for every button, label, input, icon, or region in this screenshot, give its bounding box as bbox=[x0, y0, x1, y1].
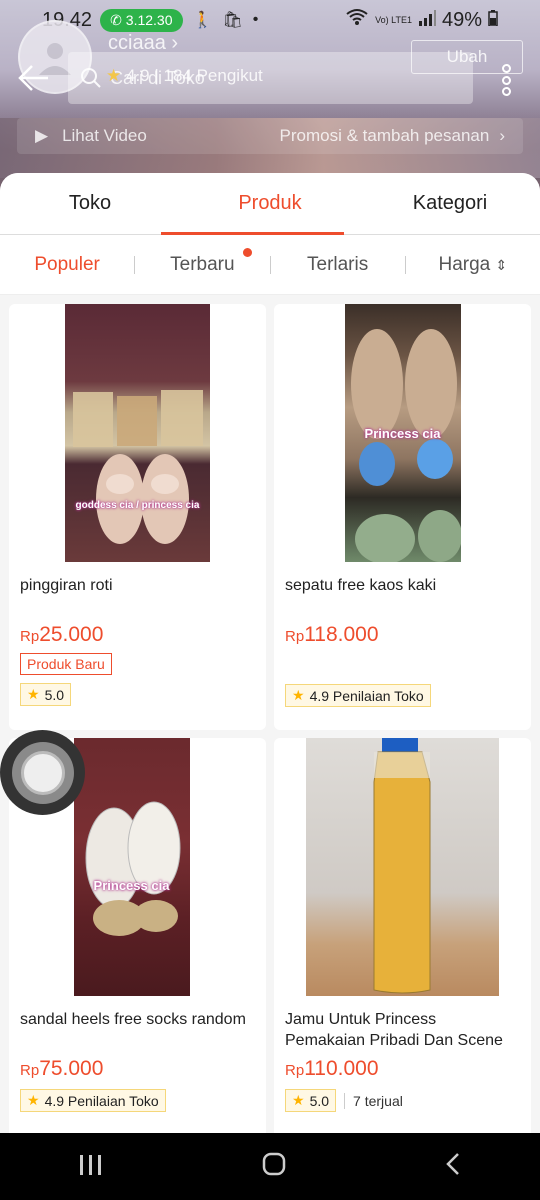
star-icon: ★ bbox=[292, 1092, 305, 1108]
play-icon: ▶ bbox=[35, 126, 49, 145]
currency: Rp bbox=[285, 628, 305, 645]
tab-produk[interactable]: Produk bbox=[180, 173, 360, 234]
sold-count: 7 terjual bbox=[344, 1092, 403, 1109]
product-watermark: Princess cia bbox=[364, 426, 441, 441]
chevron-right-icon: › bbox=[171, 32, 179, 54]
rating-value: 4.9 Penilaian Toko bbox=[44, 1092, 159, 1109]
product-title[interactable]: sandal heels free socks random bbox=[9, 1009, 266, 1051]
product-image[interactable] bbox=[274, 738, 531, 996]
product-price: Rp110.000 bbox=[274, 1057, 531, 1081]
product-price: Rp118.000 bbox=[274, 623, 531, 647]
rating-badge: ★ 5.0 bbox=[285, 1089, 337, 1112]
sort-terlaris[interactable]: Terlaris bbox=[271, 254, 405, 276]
product-title[interactable]: sepatu free kaos kaki bbox=[274, 575, 531, 617]
product-watermark: goddess cia / princess cia bbox=[75, 500, 200, 511]
product-card[interactable]: Princess cia sepatu free kaos kaki Rp118… bbox=[274, 304, 531, 730]
walking-icon: 🚶 bbox=[192, 12, 213, 29]
price-value: 118.000 bbox=[304, 623, 379, 646]
search-icon bbox=[81, 68, 101, 88]
home-icon[interactable] bbox=[262, 1151, 286, 1183]
sort-harga-label: Harga bbox=[438, 253, 491, 275]
rating-badge: ★ 4.9 Penilaian Toko bbox=[285, 684, 431, 707]
sort-bar: Populer Terbaru Terlaris Harga ⇕ bbox=[0, 235, 540, 295]
star-icon: ★ bbox=[27, 686, 40, 702]
product-title[interactable]: pinggiran roti bbox=[9, 575, 266, 617]
sort-terbaru[interactable]: Terbaru bbox=[135, 247, 269, 276]
back-icon[interactable] bbox=[445, 1151, 461, 1183]
assistive-touch-button[interactable] bbox=[0, 730, 85, 815]
currency: Rp bbox=[20, 1062, 40, 1079]
wifi-icon bbox=[345, 8, 369, 32]
product-image[interactable]: Princess cia bbox=[274, 304, 531, 562]
product-card[interactable]: goddess cia / princess cia pinggiran rot… bbox=[9, 304, 266, 730]
call-timer: 3.12.30 bbox=[125, 12, 173, 28]
currency: Rp bbox=[285, 1062, 305, 1079]
call-indicator[interactable]: ✆ 3.12.30 bbox=[100, 8, 183, 32]
rating-value: 5.0 bbox=[309, 1092, 330, 1109]
product-price: Rp75.000 bbox=[9, 1057, 266, 1081]
star-icon: ★ bbox=[292, 687, 305, 703]
product-card[interactable]: Jamu Untuk Princess Pemakaian Pribadi Da… bbox=[274, 738, 531, 1133]
product-title[interactable]: Jamu Untuk Princess Pemakaian Pribadi Da… bbox=[274, 1009, 531, 1051]
dot-icon: • bbox=[252, 11, 259, 28]
tab-toko[interactable]: Toko bbox=[0, 173, 180, 234]
phone-icon: ✆ bbox=[110, 11, 122, 28]
sort-harga[interactable]: Harga ⇕ bbox=[406, 254, 540, 276]
rating-value: 4.9 Penilaian Toko bbox=[309, 687, 424, 704]
product-grid: goddess cia / princess cia pinggiran rot… bbox=[0, 295, 540, 1133]
network-type: Vo) LTE1 bbox=[375, 14, 412, 25]
rating-value: 5.0 bbox=[44, 686, 65, 703]
video-promo-row[interactable]: ▶ Lihat Video Promosi & tambah pesanan › bbox=[17, 118, 523, 154]
shop-name-text: cciaaa bbox=[108, 32, 166, 54]
shop-stats: ★ 4.9 | 184 Pengikut bbox=[106, 66, 263, 85]
rating-badge: ★ 5.0 bbox=[20, 683, 72, 706]
sort-updown-icon: ⇕ bbox=[495, 256, 508, 273]
battery-icon bbox=[488, 9, 498, 32]
rating-badge: ★ 4.9 Penilaian Toko bbox=[20, 1089, 166, 1112]
sort-terbaru-label: Terbaru bbox=[170, 253, 235, 275]
shop-followers: 184 Pengikut bbox=[163, 66, 263, 85]
more-vertical-icon[interactable] bbox=[498, 64, 514, 96]
price-value: 110.000 bbox=[304, 1057, 379, 1080]
product-image[interactable]: goddess cia / princess cia bbox=[9, 304, 266, 562]
price-value: 75.000 bbox=[39, 1057, 104, 1080]
tab-kategori[interactable]: Kategori bbox=[360, 173, 540, 234]
new-indicator-dot bbox=[242, 247, 252, 257]
shopping-bag-icon: 🛍 bbox=[222, 12, 243, 29]
promo-link[interactable]: Promosi & tambah pesanan bbox=[280, 126, 490, 146]
product-watermark: Princess cia bbox=[93, 878, 170, 893]
video-link[interactable]: Lihat Video bbox=[62, 126, 147, 146]
price-value: 25.000 bbox=[39, 623, 104, 646]
shop-rating: 4.9 bbox=[125, 66, 150, 85]
active-tab-indicator bbox=[161, 232, 344, 235]
new-product-badge: Produk Baru bbox=[20, 653, 112, 675]
back-arrow-icon[interactable] bbox=[18, 62, 50, 101]
battery-level: 49% bbox=[441, 8, 482, 31]
star-icon: ★ bbox=[106, 66, 122, 85]
content-sheet: Toko Produk Kategori Populer Terbaru Ter… bbox=[0, 173, 540, 1133]
currency: Rp bbox=[20, 628, 40, 645]
recent-apps-icon[interactable] bbox=[79, 1151, 103, 1183]
shop-name[interactable]: cciaaa › bbox=[108, 32, 178, 55]
star-icon: ★ bbox=[27, 1092, 40, 1108]
tab-bar: Toko Produk Kategori bbox=[0, 173, 540, 235]
product-price: Rp25.000 bbox=[9, 623, 266, 647]
sort-populer[interactable]: Populer bbox=[0, 254, 134, 276]
system-navigation-bar bbox=[0, 1133, 540, 1200]
chevron-right-icon: › bbox=[499, 126, 505, 145]
signal-icon bbox=[418, 9, 436, 32]
